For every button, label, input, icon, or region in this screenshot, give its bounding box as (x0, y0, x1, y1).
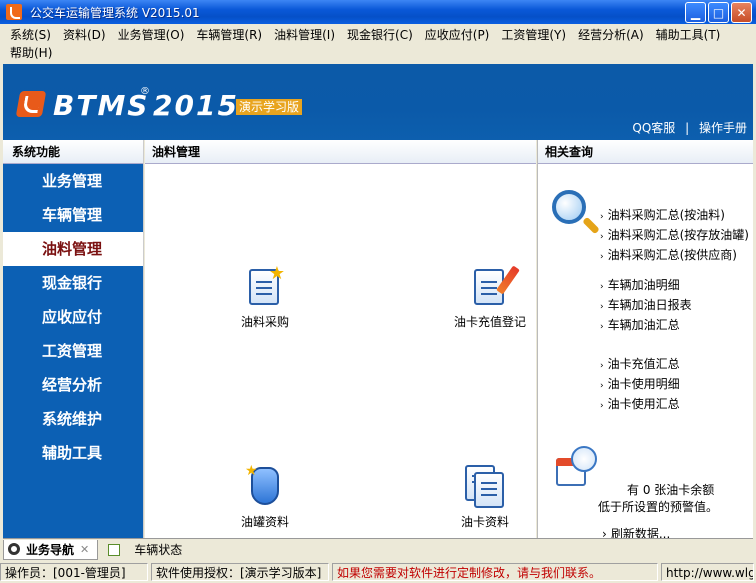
sidebar-item-receivables[interactable]: 应收应付 (3, 300, 143, 334)
sidebar-item-cash-bank[interactable]: 现金银行 (3, 266, 143, 300)
tile-card-recharge[interactable]: 油卡充值登记 (430, 263, 550, 330)
tile-fuel-purchase[interactable]: ★ 油料采购 (210, 263, 320, 330)
menu-help[interactable]: 帮助(H) (4, 44, 58, 62)
brand-name: BTMS (53, 89, 150, 122)
query-purchase-by-supplier[interactable]: › 油料采购汇总(按供应商) (600, 245, 749, 265)
menu-fuel[interactable]: 油料管理(I) (268, 26, 341, 44)
title-bar: 公交车运输管理系统 V2015.01 ▁ □ ✕ (0, 0, 756, 24)
tile-tank-info[interactable]: ★ 油罐资料 (210, 463, 320, 530)
query-refuel-daily[interactable]: › 车辆加油日报表 (600, 295, 692, 315)
query-group-refuel: › 车辆加油明细 › 车辆加油日报表 › 车辆加油汇总 (600, 275, 692, 335)
brand-year: 2015 (153, 89, 239, 122)
query-group-card: › 油卡充值汇总 › 油卡使用明细 › 油卡使用汇总 (600, 354, 680, 414)
brand-logo-icon (15, 91, 47, 117)
tab-bar: 业务导航 ✕ 车辆状态 (3, 538, 753, 560)
close-tab-icon[interactable]: ✕ (80, 543, 89, 556)
query-refuel-summary[interactable]: › 车辆加油汇总 (600, 315, 692, 335)
tile-label: 油罐资料 (240, 515, 289, 529)
query-group-purchase: › 油料采购汇总(按油料) › 油料采购汇总(按存放油罐) › 油料采购汇总(按供应商… (600, 205, 749, 265)
sidebar-item-maintenance[interactable]: 系统维护 (3, 402, 143, 436)
status-notice: 如果您需要对软件进行定制修改，请与我们联系。 (332, 563, 658, 581)
query-purchase-by-tank[interactable]: › 油料采购汇总(按存放油罐) (600, 225, 749, 245)
status-license: 软件使用授权：[演示学习版本] (151, 563, 329, 581)
main-panel: 油料管理 ★ 油料采购 油卡充值登记 ★ 油罐资料 油卡资料 (145, 140, 536, 538)
sidebar-item-fuel[interactable]: 油料管理 (3, 232, 143, 266)
main-panel-header: 油料管理 (145, 140, 536, 164)
link-separator: | (685, 121, 690, 135)
document-pencil-icon (470, 263, 520, 307)
registered-mark: ® (140, 86, 150, 97)
menu-analysis[interactable]: 经营分析(A) (572, 26, 650, 44)
card-balance-warning: 有 0 张油卡余额 低于所设置的预警值。 (598, 483, 719, 514)
edition-badge: 演示学习版 (236, 99, 303, 115)
menu-payroll[interactable]: 工资管理(Y) (495, 26, 572, 44)
minimize-button[interactable]: ▁ (685, 2, 706, 23)
menu-system[interactable]: 系统(S) (4, 26, 57, 44)
sidebar-item-tools[interactable]: 辅助工具 (3, 436, 143, 470)
magnifier-icon (552, 190, 586, 224)
query-card-usage-summary[interactable]: › 油卡使用汇总 (600, 394, 680, 414)
query-refuel-detail[interactable]: › 车辆加油明细 (600, 275, 692, 295)
menu-cash-bank[interactable]: 现金银行(C) (341, 26, 419, 44)
sidebar-header: 系统功能 (3, 140, 143, 164)
tile-label: 油卡资料 (460, 515, 509, 529)
manual-link[interactable]: 操作手册 (699, 121, 747, 135)
sidebar-item-business[interactable]: 业务管理 (3, 164, 143, 198)
document-star-icon: ★ (245, 263, 285, 307)
window-icon (108, 543, 121, 556)
tile-card-info[interactable]: 油卡资料 (430, 463, 540, 530)
menu-bar: 系统(S) 资料(D) 业务管理(O) 车辆管理(R) 油料管理(I) 现金银行… (0, 24, 756, 64)
clock-icon (571, 446, 597, 472)
related-panel-header: 相关查询 (538, 140, 753, 164)
tile-label: 油卡充值登记 (453, 315, 526, 329)
hand-pointer-icon: ★ (245, 463, 285, 507)
window-title: 公交车运输管理系统 V2015.01 (30, 5, 200, 20)
gear-icon (8, 543, 20, 555)
menu-receivables[interactable]: 应收应付(P) (419, 26, 496, 44)
status-website[interactable]: http://www.wlgl... (661, 563, 754, 581)
sidebar: 系统功能 业务管理 车辆管理 油料管理 现金银行 应收应付 工资管理 经营分析 … (3, 140, 144, 538)
sidebar-item-payroll[interactable]: 工资管理 (3, 334, 143, 368)
related-query-panel: 相关查询 › 油料采购汇总(按油料) › 油料采购汇总(按存放油罐) › 油料采购汇总… (537, 140, 753, 541)
banner-links: QQ客服 | 操作手册 (632, 119, 747, 136)
tile-label: 油料采购 (240, 315, 289, 329)
query-purchase-by-fuel[interactable]: › 油料采购汇总(按油料) (600, 205, 749, 225)
window-controls: ▁ □ ✕ (685, 2, 752, 23)
app-logo-icon (6, 4, 22, 20)
query-card-usage-detail[interactable]: › 油卡使用明细 (600, 374, 680, 394)
status-operator: 操作员：[001-管理员] (0, 563, 148, 581)
documents-icon (465, 463, 505, 508)
tab-business-nav[interactable]: 业务导航 ✕ (3, 539, 99, 560)
banner: BTMS ® 2015 演示学习版 QQ客服 | 操作手册 (3, 64, 753, 140)
status-bar: 操作员：[001-管理员] 软件使用授权：[演示学习版本] 如果您需要对软件进行… (0, 561, 756, 583)
tab-vehicle-status[interactable]: 车辆状态 (104, 540, 190, 560)
qq-support-link[interactable]: QQ客服 (632, 121, 675, 135)
menu-tools[interactable]: 辅助工具(T) (650, 26, 727, 44)
sidebar-item-analysis[interactable]: 经营分析 (3, 368, 143, 402)
menu-business[interactable]: 业务管理(O) (112, 26, 191, 44)
close-button[interactable]: ✕ (731, 2, 752, 23)
maximize-button[interactable]: □ (708, 2, 729, 23)
query-card-recharge-summary[interactable]: › 油卡充值汇总 (600, 354, 680, 374)
menu-data[interactable]: 资料(D) (57, 26, 112, 44)
sidebar-item-vehicles[interactable]: 车辆管理 (3, 198, 143, 232)
menu-vehicles[interactable]: 车辆管理(R) (190, 26, 268, 44)
